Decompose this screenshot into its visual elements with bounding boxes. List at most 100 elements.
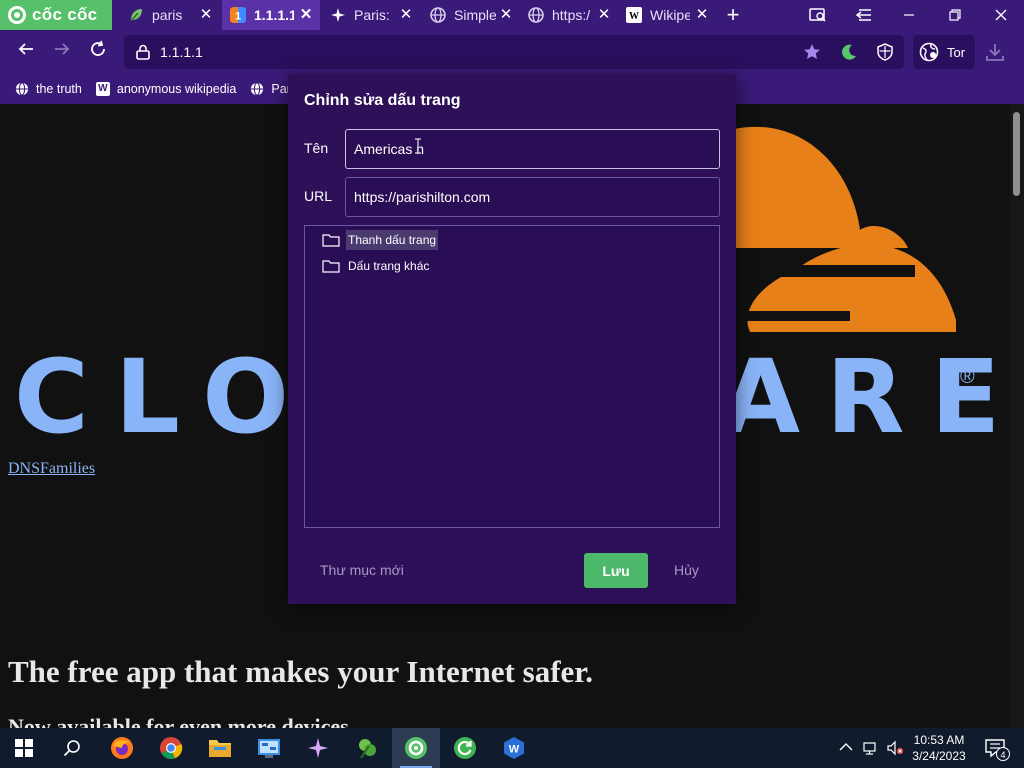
taskbar-clock[interactable]: 10:53 AM 3/24/2023 [905, 732, 973, 764]
tor-globe-icon [919, 42, 939, 62]
bookmark-anonymous-wikipedia[interactable]: W anonymous wikipedia [95, 82, 237, 96]
name-label: Tên [304, 140, 329, 156]
folder-tree[interactable]: Thanh dấu trang Dấu trang khác [304, 225, 720, 528]
tray-overflow-chevron-icon[interactable] [838, 740, 854, 756]
taskbar-sparkle-app[interactable] [294, 728, 342, 768]
close-icon[interactable]: ✕ [694, 7, 710, 23]
refresh-app-icon [454, 737, 476, 759]
taskbar-coccoc[interactable] [392, 728, 440, 768]
volume-muted-icon[interactable] [886, 740, 904, 756]
taskbar-wps[interactable]: W [490, 728, 538, 768]
coccoc-brand[interactable]: cốc cốc [0, 0, 112, 30]
green-leaf-app-icon [359, 739, 376, 759]
lock-icon [136, 44, 150, 60]
address-bar[interactable]: 1.1.1.1 [124, 35, 904, 69]
taskbar-control-panel[interactable] [245, 728, 293, 768]
taskbar-file-explorer[interactable] [196, 728, 244, 768]
minimize-button[interactable] [887, 0, 931, 30]
bookmark-the-truth[interactable]: the truth [15, 82, 82, 96]
tab-paris-hilton[interactable]: paris h ✕ [120, 0, 220, 30]
folder-other-bookmarks[interactable]: Dấu trang khác [322, 255, 435, 277]
wps-icon: W [504, 737, 524, 759]
forward-button[interactable] [50, 40, 74, 64]
back-list-icon [855, 9, 871, 21]
folder-icon [322, 260, 340, 273]
close-icon[interactable]: ✕ [298, 7, 314, 23]
download-icon[interactable] [984, 41, 1006, 63]
folder-bookmarks-bar[interactable]: Thanh dấu trang [322, 229, 442, 251]
globe-icon [430, 7, 446, 23]
sidebar-toggle-button[interactable] [842, 0, 886, 30]
tab-paris[interactable]: Paris: ✕ [322, 0, 420, 30]
taskbar-green-app[interactable] [343, 728, 391, 768]
star-filled-icon[interactable] [803, 43, 821, 61]
windows-taskbar: W 10:53 AM 3/24/2023 4 [0, 728, 1024, 768]
scrollbar-thumb[interactable] [1013, 112, 1020, 196]
search-icon [63, 740, 80, 757]
save-button[interactable]: Lưu [584, 553, 648, 588]
taskbar-search-button[interactable] [48, 728, 96, 768]
restore-icon [949, 9, 961, 21]
globe-icon [528, 7, 544, 23]
dnsfamilies-link[interactable]: DNSFamilies [8, 460, 95, 478]
clock-date: 3/24/2023 [912, 749, 966, 763]
tab-wikipedia[interactable]: W Wikipe ✕ [618, 0, 716, 30]
registered-mark: ® [960, 366, 975, 388]
close-icon[interactable]: ✕ [596, 7, 612, 23]
minimize-icon [904, 14, 914, 16]
file-explorer-icon [209, 740, 231, 757]
dark-mode-moon-icon[interactable] [840, 43, 858, 61]
reload-button[interactable] [86, 40, 110, 64]
tab-search-button[interactable] [796, 0, 840, 30]
tab-title: Wikipe [650, 7, 690, 23]
tab-https[interactable]: https:/ ✕ [520, 0, 618, 30]
new-tab-button[interactable]: + [722, 3, 744, 27]
globe-icon [251, 82, 264, 96]
bookmark-par[interactable]: Par [250, 82, 291, 96]
restore-button[interactable] [933, 0, 977, 30]
tab-1111[interactable]: 1 1.1.1.1 ✕ [222, 0, 320, 30]
close-icon[interactable]: ✕ [498, 7, 514, 23]
network-icon[interactable] [862, 740, 878, 756]
brand-name: cốc cốc [32, 5, 98, 24]
dialog-title: Chỉnh sửa dấu trang [304, 92, 461, 109]
bookmark-label: anonymous wikipedia [116, 82, 237, 96]
back-arrow-icon [18, 43, 33, 55]
address-text: 1.1.1.1 [160, 44, 203, 60]
new-folder-button[interactable]: Thư mục mới [320, 562, 404, 578]
tor-button[interactable]: Tor [913, 35, 975, 69]
one-one-one-one-icon: 1 [230, 7, 246, 23]
forward-arrow-icon [55, 43, 70, 55]
cloudflare-cloud-logo [700, 126, 956, 332]
bookmark-name-input[interactable] [345, 129, 720, 169]
close-icon[interactable]: ✕ [398, 7, 414, 23]
control-panel-icon [258, 739, 280, 758]
tab-title: 1.1.1.1 [254, 7, 294, 23]
close-window-button[interactable] [979, 0, 1023, 30]
shield-icon[interactable] [876, 43, 894, 61]
close-icon[interactable]: ✕ [198, 7, 214, 23]
taskbar-chrome[interactable] [147, 728, 195, 768]
sparkle-app-icon [308, 738, 328, 758]
tab-title: paris h [152, 7, 182, 23]
globe-icon [15, 82, 29, 96]
back-button[interactable] [14, 40, 38, 64]
sparkle-icon [331, 8, 345, 22]
wikipedia-icon: W [95, 82, 110, 96]
reload-icon [91, 40, 105, 56]
page-scrollbar[interactable] [1010, 104, 1024, 728]
i-beam-cursor-icon [415, 138, 421, 154]
close-icon [995, 9, 1007, 21]
chrome-icon [160, 737, 183, 760]
svg-text:W: W [509, 744, 520, 756]
firefox-icon [111, 737, 133, 759]
cancel-button[interactable]: Hủy [674, 562, 699, 578]
start-button[interactable] [0, 728, 48, 768]
tab-title: https:/ [552, 7, 591, 23]
tab-simple[interactable]: Simple ✕ [422, 0, 520, 30]
svg-text:1: 1 [235, 11, 241, 23]
bookmark-url-input[interactable] [345, 177, 720, 217]
coccoc-logo-icon [8, 6, 26, 24]
taskbar-refresh-app[interactable] [441, 728, 489, 768]
taskbar-firefox[interactable] [98, 728, 146, 768]
